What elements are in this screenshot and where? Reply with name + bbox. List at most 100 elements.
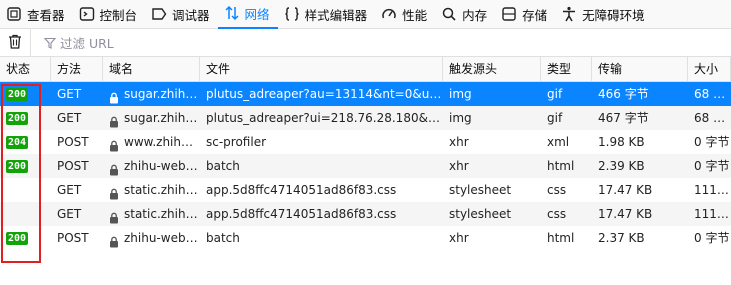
filter-placeholder: 过滤 URL	[60, 36, 114, 51]
table-row[interactable]: 200 POST zhihu-web-a... batch xhr html 2.39 KB…	[0, 154, 731, 178]
cell-method: POST	[57, 159, 89, 173]
status-badge: 204	[6, 136, 29, 149]
domain-text: www.zhihu.c...	[124, 135, 200, 149]
lock-icon	[109, 88, 119, 104]
tab-memory[interactable]: 内存	[435, 0, 495, 29]
status-badge: 200	[6, 232, 29, 245]
cell-status	[0, 202, 51, 226]
status-badge: 200	[6, 112, 29, 125]
cell-method: GET	[57, 183, 82, 197]
cell-transfer: 2.39 KB	[598, 159, 645, 173]
filter-icon	[43, 37, 57, 49]
cell-size: 111.61...	[694, 183, 731, 197]
tab-label: 无障碍环境	[582, 7, 645, 23]
col-file[interactable]: 文件	[200, 57, 443, 81]
cell-type: html	[547, 159, 575, 173]
tab-network[interactable]: 网络	[217, 0, 278, 29]
cell-cause: stylesheet	[449, 207, 512, 221]
cell-file: batch	[206, 231, 240, 245]
tab-label: 调试器	[172, 7, 210, 23]
table-row[interactable]: GET static.zhihu.c... app.5d8ffc4714051ad8…	[0, 202, 731, 226]
cell-size: 0 字节	[694, 231, 730, 245]
cell-transfer: 466 字节	[598, 87, 649, 101]
cell-method: GET	[57, 111, 82, 125]
performance-icon	[381, 6, 397, 22]
clear-button[interactable]	[0, 29, 31, 56]
col-cause[interactable]: 触发源头	[443, 57, 541, 81]
cell-size: 68 字节	[694, 111, 731, 125]
cell-method: GET	[57, 87, 82, 101]
lock-icon	[109, 208, 119, 224]
cell-transfer: 1.98 KB	[598, 135, 645, 149]
tab-debugger[interactable]: 调试器	[145, 0, 218, 29]
tab-accessibility[interactable]: 无障碍环境	[555, 0, 653, 29]
cell-type: gif	[547, 111, 563, 125]
status-badge: 200	[6, 88, 29, 101]
tab-label: 存储	[522, 7, 548, 23]
domain-text: zhihu-web-a...	[124, 231, 200, 245]
table-row[interactable]: 200 GET sugar.zhihu.... plutus_adreaper?au=…	[0, 82, 731, 106]
domain-text: sugar.zhihu....	[124, 87, 200, 101]
cell-file: app.5d8ffc4714051ad86f83.css	[206, 183, 397, 197]
lock-icon	[109, 232, 119, 248]
cell-file: plutus_adreaper?au=13114&nt=0&ut=e3b...	[206, 87, 443, 101]
cell-cause: xhr	[449, 231, 469, 245]
debugger-icon	[151, 6, 167, 22]
cell-cause: xhr	[449, 135, 469, 149]
lock-icon	[109, 136, 119, 152]
status-badge: 200	[6, 160, 29, 173]
table-row[interactable]: GET static.zhihu.c... app.5d8ffc4714051ad8…	[0, 178, 731, 202]
table-body: 200 GET sugar.zhihu.... plutus_adreaper?au=…	[0, 82, 731, 250]
col-size[interactable]: 大小	[688, 57, 731, 81]
col-status[interactable]: 状态	[0, 57, 51, 81]
cell-status: 204	[0, 130, 51, 154]
cell-transfer: 17.47 KB	[598, 183, 653, 197]
tab-label: 控制台	[99, 7, 138, 23]
tab-label: 性能	[402, 7, 428, 23]
cell-method: GET	[57, 207, 82, 221]
tab-console[interactable]: 控制台	[73, 0, 146, 29]
cell-type: xml	[547, 135, 570, 149]
cell-transfer: 17.47 KB	[598, 207, 653, 221]
style-editor-icon	[284, 6, 300, 22]
col-method[interactable]: 方法	[51, 57, 103, 81]
inspector-icon	[6, 6, 22, 22]
accessibility-icon	[561, 6, 577, 22]
col-transfer[interactable]: 传输	[592, 57, 688, 81]
table-row[interactable]: 204 POST www.zhihu.c... sc-profiler xhr xml 1.…	[0, 130, 731, 154]
domain-text: zhihu-web-a...	[124, 159, 200, 173]
tab-storage[interactable]: 存储	[495, 0, 555, 29]
filter-bar: 过滤 URL	[0, 29, 731, 57]
cell-size: 111.61...	[694, 207, 731, 221]
domain-text: sugar.zhihu....	[124, 111, 200, 125]
cell-size: 68 字节	[694, 87, 731, 101]
cell-method: POST	[57, 135, 89, 149]
tab-performance[interactable]: 性能	[375, 0, 435, 29]
lock-icon	[109, 160, 119, 176]
tab-style-editor[interactable]: 样式编辑器	[278, 0, 376, 29]
col-domain[interactable]: 域名	[103, 57, 200, 81]
tab-label: 内存	[462, 7, 488, 23]
lock-icon	[109, 112, 119, 128]
cell-cause: img	[449, 111, 472, 125]
network-icon	[224, 5, 240, 21]
cell-type: css	[547, 207, 567, 221]
cell-domain: sugar.zhihu....	[103, 82, 200, 106]
col-type[interactable]: 类型	[541, 57, 592, 81]
tab-label: 网络	[244, 6, 270, 22]
cell-domain: static.zhihu.c...	[103, 178, 200, 202]
cell-transfer: 2.37 KB	[598, 231, 645, 245]
cell-file: sc-profiler	[206, 135, 267, 149]
cell-domain: zhihu-web-a...	[103, 154, 200, 178]
filter-url-input[interactable]: 过滤 URL	[43, 33, 114, 52]
cell-domain: static.zhihu.c...	[103, 202, 200, 226]
cell-status: 200	[0, 226, 51, 250]
cell-file: app.5d8ffc4714051ad86f83.css	[206, 207, 397, 221]
cell-status: 200	[0, 154, 51, 178]
tab-inspector[interactable]: 查看器	[0, 0, 73, 29]
cell-status: 200	[0, 106, 51, 130]
console-icon	[79, 6, 95, 22]
table-row[interactable]: 200 GET sugar.zhihu.... plutus_adreaper?ui=…	[0, 106, 731, 130]
table-row[interactable]: 200 POST zhihu-web-a... batch xhr html 2.37 KB…	[0, 226, 731, 250]
cell-transfer: 467 字节	[598, 111, 649, 125]
